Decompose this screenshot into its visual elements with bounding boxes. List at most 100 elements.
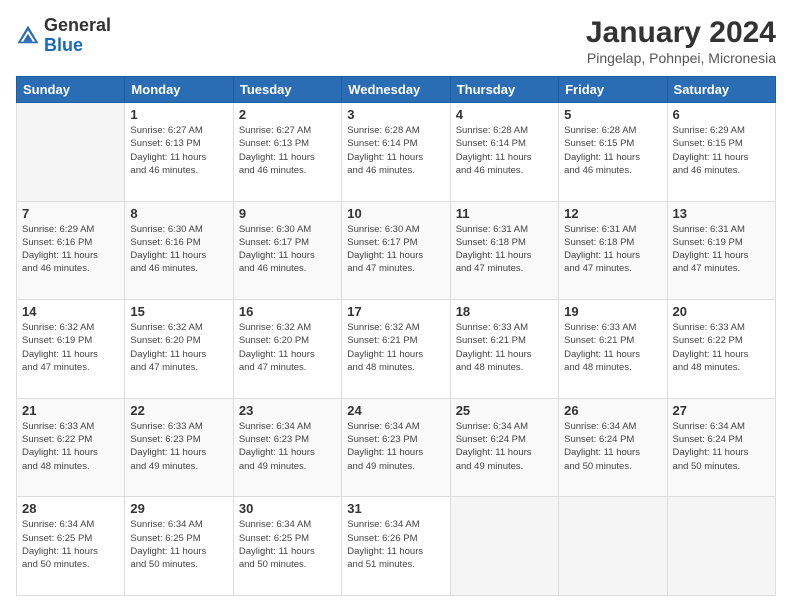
header: General Blue January 2024 Pingelap, Pohn… <box>16 16 776 66</box>
calendar-cell: 8Sunrise: 6:30 AM Sunset: 6:16 PM Daylig… <box>125 201 233 300</box>
day-info: Sunrise: 6:29 AM Sunset: 6:15 PM Dayligh… <box>673 124 770 177</box>
calendar-cell <box>559 497 667 596</box>
day-info: Sunrise: 6:27 AM Sunset: 6:13 PM Dayligh… <box>239 124 336 177</box>
calendar-cell: 28 Sunrise: 6:34 AM Sunset: 6:25 PM Dayli… <box>17 497 125 596</box>
day-info: Sunrise: 6:34 AM Sunset: 6:24 PM Dayligh… <box>456 420 553 473</box>
calendar-header-sunday: Sunday <box>17 77 125 103</box>
day-info: Sunrise: 6:27 AM Sunset: 6:13 PM Dayligh… <box>130 124 227 177</box>
day-number: 18 <box>456 304 553 319</box>
calendar-week-1: 1Sunrise: 6:27 AM Sunset: 6:13 PM Daylig… <box>17 103 776 202</box>
day-info: Sunrise: 6:28 AM Sunset: 6:14 PM Dayligh… <box>347 124 444 177</box>
calendar-week-4: 21 Sunrise: 6:33 AM Sunset: 6:22 PM Dayli… <box>17 398 776 497</box>
calendar-week-3: 14 Sunrise: 6:32 AM Sunset: 6:19 PM Dayli… <box>17 300 776 399</box>
day-info: Sunrise: 6:34 AM Sunset: 6:24 PM Dayligh… <box>673 420 770 473</box>
day-info: Sunrise: 6:34 AM Sunset: 6:25 PM Dayligh… <box>239 518 336 571</box>
day-info: Sunrise: 6:29 AM Sunset: 6:16 PM Dayligh… <box>22 223 119 276</box>
day-number: 28 <box>22 501 119 516</box>
calendar-header-wednesday: Wednesday <box>342 77 450 103</box>
calendar-cell: 20Sunrise: 6:33 AM Sunset: 6:22 PM Dayli… <box>667 300 775 399</box>
logo: General Blue <box>16 16 111 56</box>
calendar-cell: 11Sunrise: 6:31 AM Sunset: 6:18 PM Dayli… <box>450 201 558 300</box>
calendar-cell: 9 Sunrise: 6:30 AM Sunset: 6:17 PM Daylig… <box>233 201 341 300</box>
calendar-cell: 16 Sunrise: 6:32 AM Sunset: 6:20 PM Dayli… <box>233 300 341 399</box>
calendar-cell: 27 Sunrise: 6:34 AM Sunset: 6:24 PM Dayli… <box>667 398 775 497</box>
logo-text: General Blue <box>44 16 111 56</box>
calendar-cell: 22 Sunrise: 6:33 AM Sunset: 6:23 PM Dayli… <box>125 398 233 497</box>
calendar-cell <box>450 497 558 596</box>
day-info: Sunrise: 6:33 AM Sunset: 6:21 PM Dayligh… <box>456 321 553 374</box>
day-number: 16 <box>239 304 336 319</box>
day-info: Sunrise: 6:34 AM Sunset: 6:23 PM Dayligh… <box>239 420 336 473</box>
logo-general-text: General <box>44 15 111 35</box>
day-info: Sunrise: 6:33 AM Sunset: 6:21 PM Dayligh… <box>564 321 661 374</box>
day-number: 19 <box>564 304 661 319</box>
day-number: 24 <box>347 403 444 418</box>
day-number: 20 <box>673 304 770 319</box>
day-number: 11 <box>456 206 553 221</box>
calendar-cell: 23 Sunrise: 6:34 AM Sunset: 6:23 PM Dayli… <box>233 398 341 497</box>
day-info: Sunrise: 6:34 AM Sunset: 6:23 PM Dayligh… <box>347 420 444 473</box>
calendar-header-monday: Monday <box>125 77 233 103</box>
day-number: 5 <box>564 107 661 122</box>
day-number: 7 <box>22 206 119 221</box>
day-number: 9 <box>239 206 336 221</box>
day-number: 13 <box>673 206 770 221</box>
day-number: 2 <box>239 107 336 122</box>
day-info: Sunrise: 6:31 AM Sunset: 6:19 PM Dayligh… <box>673 223 770 276</box>
calendar-cell: 5 Sunrise: 6:28 AM Sunset: 6:15 PM Daylig… <box>559 103 667 202</box>
day-number: 14 <box>22 304 119 319</box>
day-number: 29 <box>130 501 227 516</box>
calendar-header-saturday: Saturday <box>667 77 775 103</box>
day-info: Sunrise: 6:32 AM Sunset: 6:20 PM Dayligh… <box>130 321 227 374</box>
day-number: 22 <box>130 403 227 418</box>
calendar-cell: 10Sunrise: 6:30 AM Sunset: 6:17 PM Dayli… <box>342 201 450 300</box>
calendar-cell: 31 Sunrise: 6:34 AM Sunset: 6:26 PM Dayli… <box>342 497 450 596</box>
calendar-cell: 24 Sunrise: 6:34 AM Sunset: 6:23 PM Dayli… <box>342 398 450 497</box>
day-number: 25 <box>456 403 553 418</box>
day-info: Sunrise: 6:34 AM Sunset: 6:24 PM Dayligh… <box>564 420 661 473</box>
day-info: Sunrise: 6:33 AM Sunset: 6:22 PM Dayligh… <box>22 420 119 473</box>
day-number: 6 <box>673 107 770 122</box>
calendar-cell <box>667 497 775 596</box>
day-info: Sunrise: 6:33 AM Sunset: 6:23 PM Dayligh… <box>130 420 227 473</box>
day-info: Sunrise: 6:32 AM Sunset: 6:21 PM Dayligh… <box>347 321 444 374</box>
day-info: Sunrise: 6:34 AM Sunset: 6:26 PM Dayligh… <box>347 518 444 571</box>
calendar-cell: 25 Sunrise: 6:34 AM Sunset: 6:24 PM Dayli… <box>450 398 558 497</box>
day-info: Sunrise: 6:34 AM Sunset: 6:25 PM Dayligh… <box>22 518 119 571</box>
subtitle: Pingelap, Pohnpei, Micronesia <box>586 50 776 66</box>
page: General Blue January 2024 Pingelap, Pohn… <box>0 0 792 612</box>
main-title: January 2024 <box>586 16 776 50</box>
calendar-cell: 13 Sunrise: 6:31 AM Sunset: 6:19 PM Dayli… <box>667 201 775 300</box>
day-info: Sunrise: 6:28 AM Sunset: 6:14 PM Dayligh… <box>456 124 553 177</box>
calendar-cell: 1Sunrise: 6:27 AM Sunset: 6:13 PM Daylig… <box>125 103 233 202</box>
day-number: 12 <box>564 206 661 221</box>
day-number: 31 <box>347 501 444 516</box>
calendar-cell: 29 Sunrise: 6:34 AM Sunset: 6:25 PM Dayli… <box>125 497 233 596</box>
day-number: 23 <box>239 403 336 418</box>
calendar-cell: 6 Sunrise: 6:29 AM Sunset: 6:15 PM Daylig… <box>667 103 775 202</box>
logo-icon <box>16 24 40 48</box>
day-number: 8 <box>130 206 227 221</box>
calendar-cell: 18 Sunrise: 6:33 AM Sunset: 6:21 PM Dayli… <box>450 300 558 399</box>
day-number: 21 <box>22 403 119 418</box>
day-info: Sunrise: 6:30 AM Sunset: 6:17 PM Dayligh… <box>239 223 336 276</box>
calendar-cell: 4 Sunrise: 6:28 AM Sunset: 6:14 PM Daylig… <box>450 103 558 202</box>
day-info: Sunrise: 6:32 AM Sunset: 6:20 PM Dayligh… <box>239 321 336 374</box>
calendar-cell: 7 Sunrise: 6:29 AM Sunset: 6:16 PM Daylig… <box>17 201 125 300</box>
logo-blue-text: Blue <box>44 35 83 55</box>
calendar-cell: 26Sunrise: 6:34 AM Sunset: 6:24 PM Dayli… <box>559 398 667 497</box>
day-number: 27 <box>673 403 770 418</box>
calendar-header-row: SundayMondayTuesdayWednesdayThursdayFrid… <box>17 77 776 103</box>
day-info: Sunrise: 6:31 AM Sunset: 6:18 PM Dayligh… <box>564 223 661 276</box>
calendar-cell: 21 Sunrise: 6:33 AM Sunset: 6:22 PM Dayli… <box>17 398 125 497</box>
day-info: Sunrise: 6:28 AM Sunset: 6:15 PM Dayligh… <box>564 124 661 177</box>
day-number: 15 <box>130 304 227 319</box>
calendar-week-2: 7 Sunrise: 6:29 AM Sunset: 6:16 PM Daylig… <box>17 201 776 300</box>
calendar-cell: 19 Sunrise: 6:33 AM Sunset: 6:21 PM Dayli… <box>559 300 667 399</box>
calendar-cell: 3Sunrise: 6:28 AM Sunset: 6:14 PM Daylig… <box>342 103 450 202</box>
day-number: 4 <box>456 107 553 122</box>
day-info: Sunrise: 6:32 AM Sunset: 6:19 PM Dayligh… <box>22 321 119 374</box>
calendar-header-thursday: Thursday <box>450 77 558 103</box>
calendar-cell: 17Sunrise: 6:32 AM Sunset: 6:21 PM Dayli… <box>342 300 450 399</box>
day-info: Sunrise: 6:34 AM Sunset: 6:25 PM Dayligh… <box>130 518 227 571</box>
